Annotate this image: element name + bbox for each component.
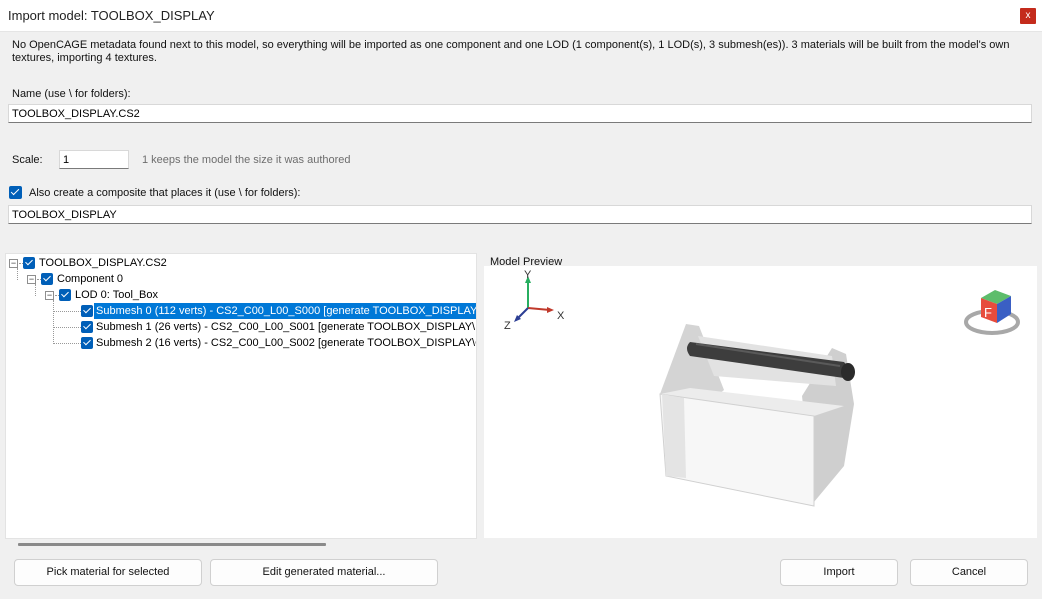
cancel-button[interactable]: Cancel — [910, 559, 1028, 586]
tree-node-label: Submesh 1 (26 verts) - CS2_C00_L00_S001 … — [96, 321, 477, 333]
scale-field[interactable]: 1 — [59, 150, 129, 169]
tree-node-label: TOOLBOX_DISPLAY.CS2 — [39, 257, 167, 269]
import-button[interactable]: Import — [780, 559, 898, 586]
name-label: Name (use \ for folders): — [12, 88, 131, 100]
edit-material-button[interactable]: Edit generated material... — [210, 559, 438, 586]
model-preview-viewport[interactable]: Y X Z F — [484, 266, 1037, 538]
title-bar: Import model: TOOLBOX_DISPLAY x — [0, 0, 1042, 32]
close-button[interactable]: x — [1020, 8, 1036, 24]
submesh-checkbox[interactable] — [81, 305, 93, 317]
tree-node-component[interactable]: − Component 0 — [6, 271, 476, 287]
axis-x-label: X — [557, 310, 565, 322]
model-tree[interactable]: − TOOLBOX_DISPLAY.CS2 − Component 0 − LO… — [5, 253, 477, 539]
scale-hint: 1 keeps the model the size it was author… — [142, 154, 351, 166]
component-checkbox[interactable] — [41, 273, 53, 285]
composite-label: Also create a composite that places it (… — [29, 187, 301, 199]
scale-label: Scale: — [12, 154, 43, 166]
view-cube-icon: F — [964, 290, 1020, 335]
tree-node-submesh[interactable]: Submesh 2 (16 verts) - CS2_C00_L00_S002 … — [6, 335, 476, 351]
submesh-checkbox[interactable] — [81, 321, 93, 333]
collapse-icon[interactable]: − — [45, 291, 54, 300]
name-field[interactable]: TOOLBOX_DISPLAY.CS2 — [8, 104, 1032, 123]
tree-node-submesh[interactable]: Submesh 1 (26 verts) - CS2_C00_L00_S001 … — [6, 319, 476, 335]
pick-material-button[interactable]: Pick material for selected — [14, 559, 202, 586]
view-cube-face-label: F — [984, 305, 992, 320]
tree-node-label: Component 0 — [57, 273, 124, 285]
lod-checkbox[interactable] — [59, 289, 71, 301]
axis-z-label: Z — [504, 320, 511, 332]
tree-node-root[interactable]: − TOOLBOX_DISPLAY.CS2 — [6, 255, 476, 271]
submesh-checkbox[interactable] — [81, 337, 93, 349]
toolbox-model — [659, 324, 855, 507]
tree-node-submesh[interactable]: Submesh 0 (112 verts) - CS2_C00_L00_S000… — [6, 303, 476, 319]
window-title: Import model: TOOLBOX_DISPLAY — [8, 8, 215, 23]
tree-node-label: Submesh 0 (112 verts) - CS2_C00_L00_S000… — [94, 303, 477, 319]
tree-node-label: LOD 0: Tool_Box — [75, 289, 158, 301]
collapse-icon[interactable]: − — [9, 259, 18, 268]
axis-y-label: Y — [524, 269, 532, 281]
tree-horizontal-scrollbar[interactable] — [18, 543, 326, 546]
axis-gizmo-icon: Y X Z — [504, 269, 565, 332]
root-checkbox[interactable] — [23, 257, 35, 269]
tree-node-label: Submesh 2 (16 verts) - CS2_C00_L00_S002 … — [96, 337, 477, 349]
preview-canvas: Y X Z F — [504, 269, 1020, 507]
composite-checkbox[interactable] — [9, 186, 22, 199]
composite-name-field[interactable]: TOOLBOX_DISPLAY — [8, 205, 1032, 224]
info-text: No OpenCAGE metadata found next to this … — [12, 39, 1010, 64]
tree-node-lod[interactable]: − LOD 0: Tool_Box — [6, 287, 476, 303]
collapse-icon[interactable]: − — [27, 275, 36, 284]
